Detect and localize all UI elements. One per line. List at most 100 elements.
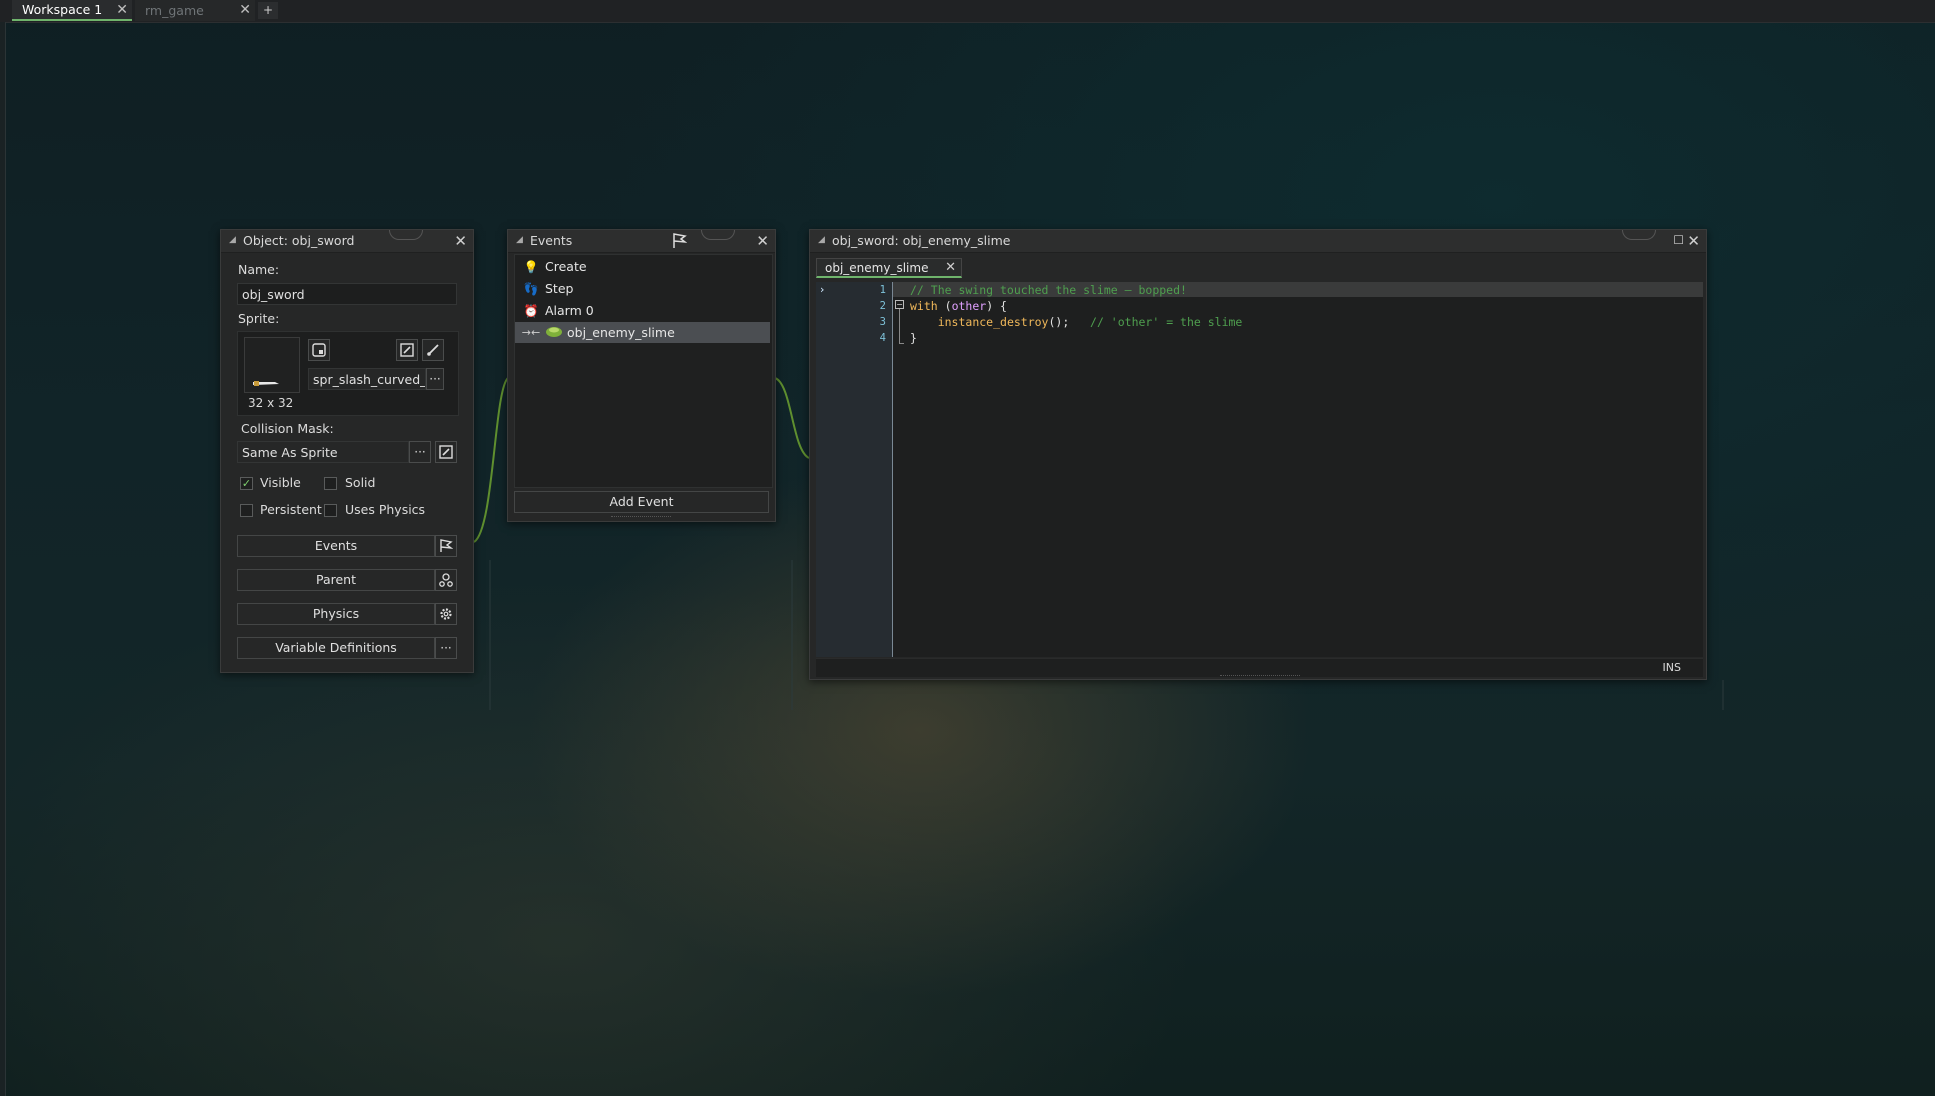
collapse-triangle-icon[interactable]: ◢: [818, 235, 825, 245]
event-label: Alarm 0: [545, 303, 594, 318]
code-comment: // The swing touched the slime — bopped!: [910, 283, 1187, 297]
close-icon[interactable]: ✕: [454, 232, 467, 250]
maximize-icon[interactable]: ☐: [1673, 233, 1684, 247]
name-label: Name:: [238, 262, 280, 277]
event-label: Step: [545, 281, 574, 296]
uses-physics-checkbox[interactable]: [324, 504, 337, 517]
solid-checkbox[interactable]: [324, 477, 337, 490]
fold-guide-end: [899, 343, 904, 344]
resize-grip[interactable]: [611, 516, 671, 520]
panel-title: Events: [530, 233, 573, 248]
sprite-label: Sprite:: [238, 311, 280, 326]
collision-mask-browse-button[interactable]: ···: [409, 441, 431, 463]
code-punct: (: [937, 299, 952, 313]
fold-guide: [899, 309, 900, 344]
list-item[interactable]: 💡 Create: [515, 256, 770, 277]
collision-mask-label: Collision Mask:: [241, 421, 334, 436]
sprite-preview[interactable]: [244, 337, 300, 393]
add-event-button[interactable]: Add Event: [514, 491, 769, 513]
panel-title: obj_sword: obj_enemy_slime: [832, 233, 1011, 248]
panel-notch: [1622, 230, 1656, 240]
gear-icon: [440, 608, 452, 620]
line-number: 2: [879, 300, 886, 312]
events-panel: ◢ Events ✕ 💡 Create 👣 Step ⏰ Alarm 0 →← …: [507, 229, 776, 522]
sprite-size-label: 32 x 32: [248, 396, 294, 410]
code-panel-titlebar[interactable]: ◢ obj_sword: obj_enemy_slime ☐ ✕: [810, 230, 1706, 253]
code-punct: }: [910, 331, 917, 345]
line-number: 3: [879, 316, 886, 328]
insert-mode-indicator: INS: [1662, 661, 1681, 674]
events-panel-titlebar[interactable]: ◢ Events ✕: [508, 230, 775, 253]
object-panel: ◢ Object: obj_sword ✕ Name: obj_sword Sp…: [220, 229, 474, 673]
code-line: // The swing touched the slime — bopped!: [910, 283, 1187, 297]
new-sprite-button[interactable]: [308, 339, 330, 361]
physics-icon-button[interactable]: [435, 603, 457, 625]
close-icon[interactable]: ✕: [945, 260, 956, 275]
list-item[interactable]: →← obj_enemy_slime: [515, 322, 770, 343]
current-line-marker-icon: ›: [820, 283, 825, 296]
persistent-label: Persistent: [260, 502, 322, 517]
event-label: Create: [545, 259, 587, 274]
list-item[interactable]: ⏰ Alarm 0: [515, 300, 770, 321]
sprite-name-field[interactable]: spr_slash_curved_1: [308, 368, 426, 390]
code-comment: // 'other' = the slime: [1090, 315, 1243, 329]
footsteps-icon: 👣: [523, 281, 539, 296]
solid-label: Solid: [345, 475, 376, 490]
collision-icon: →←: [521, 326, 541, 339]
sprite-browse-button[interactable]: ···: [426, 368, 444, 390]
object-panel-titlebar[interactable]: ◢ Object: obj_sword ✕: [221, 230, 473, 253]
events-button[interactable]: Events: [237, 535, 435, 557]
code-line: instance_destroy(); // 'other' = the sli…: [910, 315, 1243, 329]
parent-icon-button[interactable]: [435, 569, 457, 591]
visible-label: Visible: [260, 475, 301, 490]
code-variable: other: [951, 299, 987, 313]
code-tab[interactable]: obj_enemy_slime ✕: [816, 258, 962, 278]
flag-icon: [440, 539, 453, 552]
panel-notch: [701, 230, 735, 240]
parent-button[interactable]: Parent: [237, 569, 435, 591]
fold-toggle-icon[interactable]: −: [895, 300, 904, 309]
sprite-box: 32 x 32 spr_slash_curved_1 ···: [237, 331, 459, 416]
event-label: obj_enemy_slime: [567, 325, 675, 340]
name-input[interactable]: obj_sword: [237, 283, 457, 305]
collapse-triangle-icon[interactable]: ◢: [516, 235, 523, 245]
persistent-checkbox[interactable]: [240, 504, 253, 517]
collision-mask-edit-button[interactable]: [435, 441, 457, 463]
collapse-triangle-icon[interactable]: ◢: [229, 235, 236, 245]
events-flag-button[interactable]: [435, 535, 457, 557]
panel-notch: [389, 230, 423, 240]
lightbulb-icon: 💡: [523, 259, 539, 274]
uses-physics-label: Uses Physics: [345, 502, 426, 517]
resize-grip[interactable]: [1220, 675, 1300, 678]
edit-sprite-button[interactable]: [396, 339, 418, 361]
events-list: 💡 Create 👣 Step ⏰ Alarm 0 →← obj_enemy_s…: [514, 254, 773, 488]
code-punct: ) {: [986, 299, 1007, 313]
ellipsis-icon[interactable]: ···: [435, 637, 457, 659]
paint-sprite-button[interactable]: [422, 339, 444, 361]
code-editor-panel: ◢ obj_sword: obj_enemy_slime ☐ ✕ obj_ene…: [809, 229, 1707, 680]
list-item[interactable]: 👣 Step: [515, 278, 770, 299]
code-line: with (other) {: [910, 299, 1007, 313]
close-icon[interactable]: ✕: [1687, 232, 1700, 250]
panel-title: Object: obj_sword: [243, 233, 355, 248]
sword-sprite-icon: [253, 381, 279, 386]
code-punct: ();: [1048, 315, 1091, 329]
close-icon[interactable]: ✕: [756, 232, 769, 250]
edit-image-icon: [400, 343, 414, 357]
physics-button[interactable]: Physics: [237, 603, 435, 625]
code-function: instance_destroy: [937, 315, 1049, 329]
code-editor[interactable]: › 1 2 3 4 − // The swing touched the sli…: [816, 282, 1703, 657]
line-gutter: › 1 2 3 4: [816, 282, 893, 657]
code-keyword: with: [910, 299, 938, 313]
edit-image-icon: [439, 445, 453, 459]
line-number: 4: [879, 332, 886, 344]
new-sprite-icon: [312, 343, 326, 357]
collision-mask-field[interactable]: Same As Sprite: [237, 441, 409, 463]
visible-checkbox[interactable]: ✓: [240, 477, 253, 490]
slime-sprite-icon: [545, 325, 563, 340]
variable-definitions-button[interactable]: Variable Definitions: [237, 637, 435, 659]
line-number: 1: [879, 284, 886, 296]
flag-icon[interactable]: [671, 233, 688, 252]
alarm-clock-icon: ⏰: [523, 303, 539, 318]
